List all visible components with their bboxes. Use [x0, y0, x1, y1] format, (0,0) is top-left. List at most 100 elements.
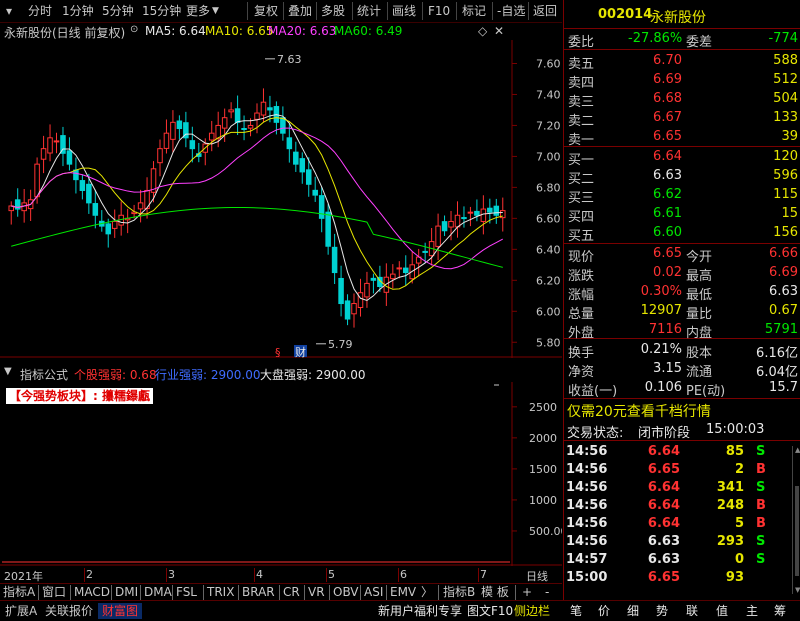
tab-scroll-right-icon[interactable]: 〉: [421, 585, 433, 600]
tab-cr[interactable]: CR: [283, 585, 300, 600]
side-tab-price[interactable]: 价: [598, 603, 610, 619]
statistics-button[interactable]: 统计: [357, 3, 381, 19]
candle-body: [293, 151, 299, 165]
promo-row[interactable]: 仅需20元查看千档行情: [564, 400, 800, 420]
period-label[interactable]: 日线: [526, 568, 548, 584]
tab-fsl[interactable]: FSL: [176, 585, 197, 600]
ask-price[interactable]: 6.67: [628, 110, 682, 125]
diamond-icon[interactable]: ◇: [478, 24, 487, 38]
ask-price[interactable]: 6.69: [628, 72, 682, 87]
bid-price[interactable]: 6.60: [628, 225, 682, 240]
tick-side: S: [756, 534, 766, 549]
tab-indicator-a[interactable]: 指标A: [3, 585, 35, 600]
promo-text[interactable]: 仅需20元查看千档行情: [567, 401, 711, 421]
indicator-formula[interactable]: 指标公式: [20, 366, 68, 383]
ask-price[interactable]: 6.70: [628, 53, 682, 68]
tick-row[interactable]: 14:56 6.64 85 S: [564, 443, 800, 462]
date-divider: [84, 568, 85, 582]
mark-button[interactable]: 标记: [462, 3, 486, 19]
side-tab-value[interactable]: 值: [716, 603, 728, 619]
f10-button[interactable]: F10: [428, 3, 450, 19]
tick-row[interactable]: 14:56 6.65 2 B: [564, 461, 800, 480]
tab-trix[interactable]: TRIX: [207, 585, 234, 600]
tab-more[interactable]: 更多: [186, 3, 210, 19]
indicator-menu-icon[interactable]: ▼: [4, 366, 12, 377]
bid-price[interactable]: 6.62: [628, 187, 682, 202]
close-icon[interactable]: ✕: [494, 24, 504, 38]
tab-indicator-b[interactable]: 指标B: [443, 585, 475, 600]
multi-stock-button[interactable]: 多股: [321, 3, 345, 19]
add-window-button[interactable]: +: [522, 585, 532, 600]
bid-price[interactable]: 6.63: [628, 168, 682, 183]
tab-vr[interactable]: VR: [308, 585, 325, 600]
candle-body: [299, 158, 306, 173]
fuquan-button[interactable]: 复权: [254, 3, 278, 19]
tab-asi[interactable]: ASI: [364, 585, 383, 600]
bid-row[interactable]: 买四 6.61 15: [564, 205, 800, 225]
tab-obv[interactable]: OBV: [333, 585, 359, 600]
ask-row[interactable]: 卖五 6.70 588: [564, 52, 800, 72]
side-tab-detail[interactable]: 细: [627, 603, 639, 619]
bid-price[interactable]: 6.64: [628, 149, 682, 164]
footer-sidebar[interactable]: 侧边栏: [514, 603, 550, 619]
tab-15min[interactable]: 15分钟: [142, 3, 181, 19]
indicator-chart[interactable]: 2500 2000 1500 1000 500.00: [0, 382, 562, 566]
tick-row[interactable]: 14:57 6.63 0 S: [564, 551, 800, 570]
bid-label: 买二: [568, 172, 595, 187]
ask-price[interactable]: 6.65: [628, 129, 682, 144]
tab-fenshi[interactable]: 分时: [28, 3, 52, 19]
tick-row[interactable]: 15:00 6.65 93: [564, 569, 800, 588]
stat-value: 7116: [648, 322, 682, 337]
stat-value: 6.04亿: [756, 365, 798, 380]
tick-row[interactable]: 14:56 6.64 5 B: [564, 515, 800, 534]
price-tick: 7.60: [536, 57, 561, 70]
stat-value: 6.66: [769, 246, 798, 261]
ask-row[interactable]: 卖二 6.67 133: [564, 109, 800, 129]
kline-chart[interactable]: 7.60 7.40 7.20 7.00 6.80 6.60 6.40 6.20 6.00 5.80…: [0, 40, 562, 358]
bid-price[interactable]: 6.61: [628, 206, 682, 221]
tab-brar[interactable]: BRAR: [242, 585, 275, 600]
tick-row[interactable]: 14:56 6.64 248 B: [564, 497, 800, 516]
bid-row[interactable]: 买一 6.64 120: [564, 148, 800, 168]
ma-settings-icon[interactable]: ⊙: [130, 24, 138, 35]
tab-window[interactable]: 窗口: [42, 585, 66, 600]
tab-emv[interactable]: EMV: [390, 585, 416, 600]
draw-line-button[interactable]: 画线: [392, 3, 416, 19]
footer-f10[interactable]: 图文F10: [467, 603, 513, 619]
side-tab-chips[interactable]: 筹: [774, 603, 786, 619]
back-button[interactable]: 返回: [533, 3, 557, 19]
tick-row[interactable]: 14:56 6.64 341 S: [564, 479, 800, 498]
finance-marker[interactable]: 财: [295, 345, 306, 358]
ask-row[interactable]: 卖四 6.69 512: [564, 71, 800, 91]
bid-row[interactable]: 买三 6.62 115: [564, 186, 800, 206]
bid-row[interactable]: 买二 6.63 596: [564, 167, 800, 187]
footer-wealth-map[interactable]: 财富图: [98, 603, 142, 619]
menu-icon[interactable]: ▾: [6, 3, 12, 19]
ask-price[interactable]: 6.68: [628, 91, 682, 106]
footer-related-quote[interactable]: 关联报价: [45, 603, 93, 619]
side-tab-trend[interactable]: 势: [656, 603, 668, 619]
footer-expand[interactable]: 扩展A: [5, 603, 37, 619]
tab-macd[interactable]: MACD: [74, 585, 110, 600]
ask-row[interactable]: 卖三 6.68 504: [564, 90, 800, 110]
tab-template[interactable]: 模 板: [481, 585, 509, 600]
tab-1min[interactable]: 1分钟: [62, 3, 94, 19]
tab-5min[interactable]: 5分钟: [102, 3, 134, 19]
ask-row[interactable]: 卖一 6.65 39: [564, 128, 800, 148]
tick-row[interactable]: 14:56 6.63 293 S: [564, 533, 800, 552]
remove-window-button[interactable]: -: [545, 585, 549, 600]
tab-dmi[interactable]: DMI: [115, 585, 138, 600]
more-chevron-icon[interactable]: ▼: [212, 3, 219, 19]
tab-dma[interactable]: DMA: [144, 585, 172, 600]
side-tab-link[interactable]: 联: [686, 603, 698, 619]
footer-new-user[interactable]: 新用户福利专享: [378, 603, 462, 619]
event-marker[interactable]: §: [275, 346, 281, 358]
overlay-button[interactable]: 叠加: [288, 3, 312, 19]
bid-row[interactable]: 买五 6.60 156: [564, 224, 800, 244]
side-tab-trades[interactable]: 笔: [570, 603, 582, 619]
indicator-tick: 2000: [529, 432, 557, 445]
tick-time: 14:56: [566, 462, 608, 477]
watchlist-button[interactable]: -自选: [497, 3, 525, 19]
side-tab-main[interactable]: 主: [746, 603, 758, 619]
price-tick: 6.20: [536, 274, 561, 287]
